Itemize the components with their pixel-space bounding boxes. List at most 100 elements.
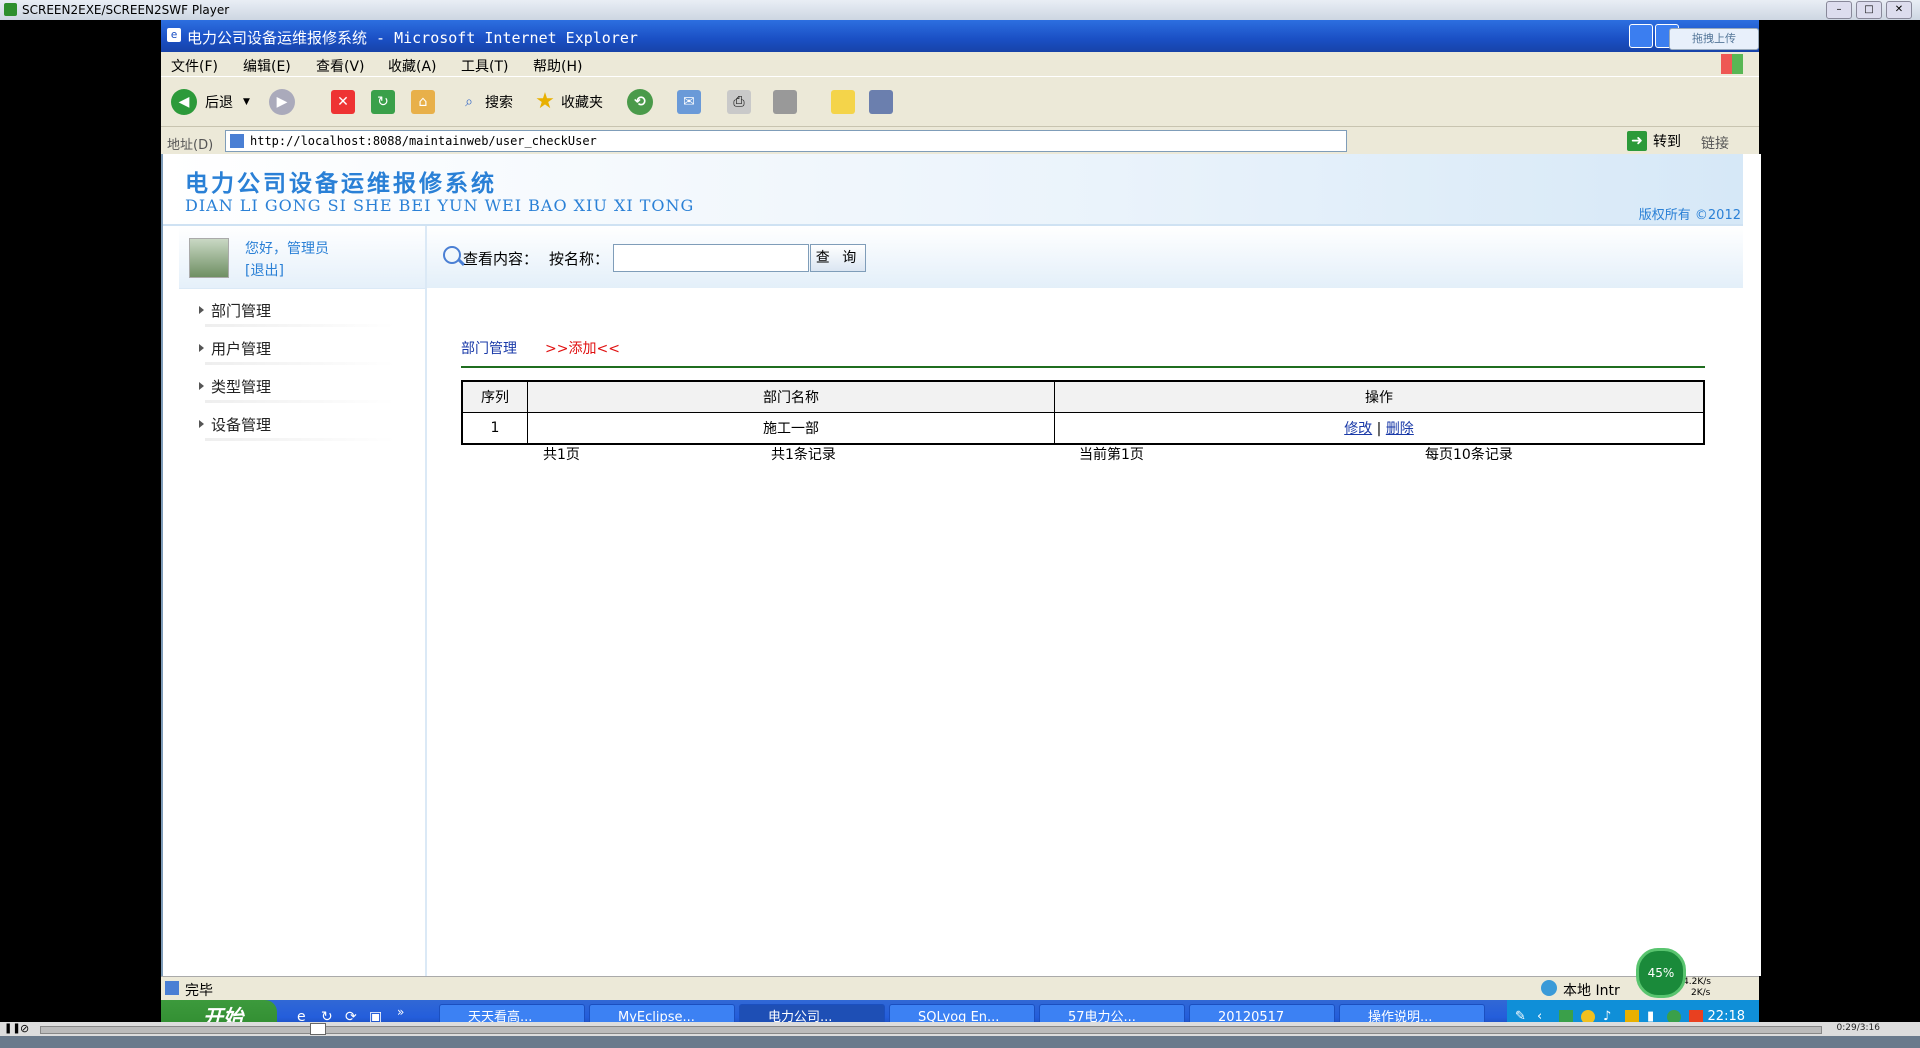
pager-total-pages: 共1页 [543,447,580,463]
player-time: 0:29/3:16 [1836,1023,1880,1033]
sidebar: 您好，管理员 [退出] 部门管理 用户管理 类型管理 设备管理 [179,226,427,976]
history-button[interactable]: ⟲ [627,89,653,115]
mail-button[interactable]: ✉ [677,89,701,115]
column-header: 部门名称 [527,380,1055,413]
loop-icon[interactable]: ⊘ [20,1022,29,1035]
back-label: 后退 [205,95,233,111]
go-button[interactable]: ➜ 转到 [1627,131,1681,151]
favorites-button[interactable]: ★ 收藏夹 [533,89,603,115]
search-label: 搜索 [485,95,513,111]
toolbar: ◀ 后退 ▼ ▶ ✕ ↻ ⌂ ⌕ 搜索 ★ 收藏夹 ⟲ ✉ ⎙ [161,76,1759,127]
ie-minimize-icon[interactable] [1629,24,1653,48]
progress-track[interactable] [40,1026,1822,1034]
ie-window: e 电力公司设备运维报修系统 - Microsoft Internet Expl… [161,20,1761,1034]
globe-icon [1541,980,1557,996]
stop-icon: ✕ [331,90,355,114]
menu-file[interactable]: 文件(F) [171,56,218,76]
window-title: 电力公司设备运维报修系统 - Microsoft Internet Explor… [187,29,638,47]
history-icon: ⟲ [627,89,653,115]
back-dropdown-icon[interactable]: ▼ [243,97,250,107]
delete-link[interactable]: 删除 [1386,421,1414,437]
column-header: 序列 [461,380,528,413]
menu-edit[interactable]: 编辑(E) [243,56,291,76]
sidebar-item-department[interactable]: 部门管理 [179,292,425,330]
home-button[interactable]: ⌂ [411,89,435,115]
zone-label: 本地 Intr [1563,983,1620,999]
triangle-right-icon [199,382,204,390]
back-arrow-icon: ◀ [171,89,197,115]
pause-icon[interactable]: ❚❚ [4,1023,21,1034]
network-speed-ball[interactable]: 45% [1636,948,1686,998]
page-icon [230,134,244,148]
download-speed: 2K/s [1691,988,1711,998]
breadcrumb[interactable]: 部门管理 [461,338,517,358]
edit-link[interactable]: 修改 [1344,421,1372,437]
address-input[interactable]: http://localhost:8088/maintainweb/user_c… [225,130,1347,152]
star-icon: ★ [535,89,555,114]
menu-help[interactable]: 帮助(H) [533,56,582,76]
sidebar-item-types[interactable]: 类型管理 [179,368,425,406]
pager-current-page: 当前第1页 [1079,447,1144,463]
sidebar-item-users[interactable]: 用户管理 [179,330,425,368]
pager-total-records: 共1条记录 [771,447,836,463]
go-label: 转到 [1653,134,1681,150]
close-icon[interactable]: ✕ [1886,1,1912,19]
menu-tools[interactable]: 工具(T) [461,56,508,76]
mail-icon: ✉ [677,90,701,114]
menu-view[interactable]: 查看(V) [316,56,365,76]
links-button[interactable]: 链接 [1701,133,1729,153]
search-icon [443,246,461,264]
sidebar-item-label: 用户管理 [211,340,272,358]
print-button[interactable]: ⎙ [727,89,751,115]
research-icon [869,90,893,114]
menu-favorites[interactable]: 收藏(A) [388,56,437,76]
search-input[interactable] [613,244,809,272]
divider [461,366,1705,368]
edit-page-button[interactable] [773,89,797,115]
search-bar: 查看内容： 按名称： 查 询 [427,226,1743,288]
progress-knob[interactable] [310,1023,326,1035]
refresh-icon: ↻ [371,90,395,114]
upload-speed: 4.2K/s [1683,977,1711,987]
back-button[interactable]: ◀ 后退 ▼ [171,89,250,115]
minimize-icon[interactable]: – [1826,1,1852,19]
ie-page-icon: e [167,28,181,42]
upload-button[interactable]: 拖拽上传 [1669,28,1759,50]
column-header: 操作 [1054,380,1705,413]
search-button[interactable]: ⌕ 搜索 [457,89,513,115]
table-row: 1 施工一部 修改 | 删除 [461,412,1705,445]
address-bar: 地址(D) http://localhost:8088/maintainweb/… [161,126,1759,155]
search-content-label: 查看内容： [463,250,539,268]
avatar [189,238,229,278]
player-progress: ❚❚ ⊘ 0:29/3:16 [0,1022,1920,1036]
table-header-row: 序列 部门名称 操作 [461,380,1705,413]
maximize-icon[interactable]: □ [1856,1,1882,19]
menubar: 文件(F) 编辑(E) 查看(V) 收藏(A) 工具(T) 帮助(H) [161,52,1759,76]
logout-link[interactable]: [退出] [245,260,284,280]
edit-page-icon [773,90,797,114]
notes-button[interactable] [831,89,855,115]
research-button[interactable] [869,89,893,115]
bottom-strip [0,1036,1920,1048]
windows-logo-icon [1721,54,1743,74]
note-icon [831,90,855,114]
row-department-name: 施工一部 [527,412,1055,445]
sidebar-item-label: 设备管理 [211,416,272,434]
sidebar-item-devices[interactable]: 设备管理 [179,406,425,444]
refresh-button[interactable]: ↻ [371,89,395,115]
forward-arrow-icon: ▶ [269,89,295,115]
status-bar: 完毕 本地 Intr 4.2K/s 2K/s [161,976,1759,1001]
copyright: 版权所有 ©2012 [1638,208,1741,223]
user-panel: 您好，管理员 [退出] [179,226,425,289]
quicklaunch-more-icon[interactable]: » [397,1005,404,1019]
status-text: 完毕 [185,983,213,999]
forward-button[interactable]: ▶ [269,89,295,115]
site-subtitle: DIAN LI GONG SI SHE BEI YUN WEI BAO XIU … [185,196,695,215]
player-title: SCREEN2EXE/SCREEN2SWF Player [22,3,230,17]
home-icon: ⌂ [411,90,435,114]
query-button[interactable]: 查 询 [810,244,866,272]
add-department-link[interactable]: >>添加<< [545,338,620,358]
stop-button[interactable]: ✕ [331,89,355,115]
action-separator: | [1376,421,1382,437]
user-greeting: 您好，管理员 [245,241,329,257]
